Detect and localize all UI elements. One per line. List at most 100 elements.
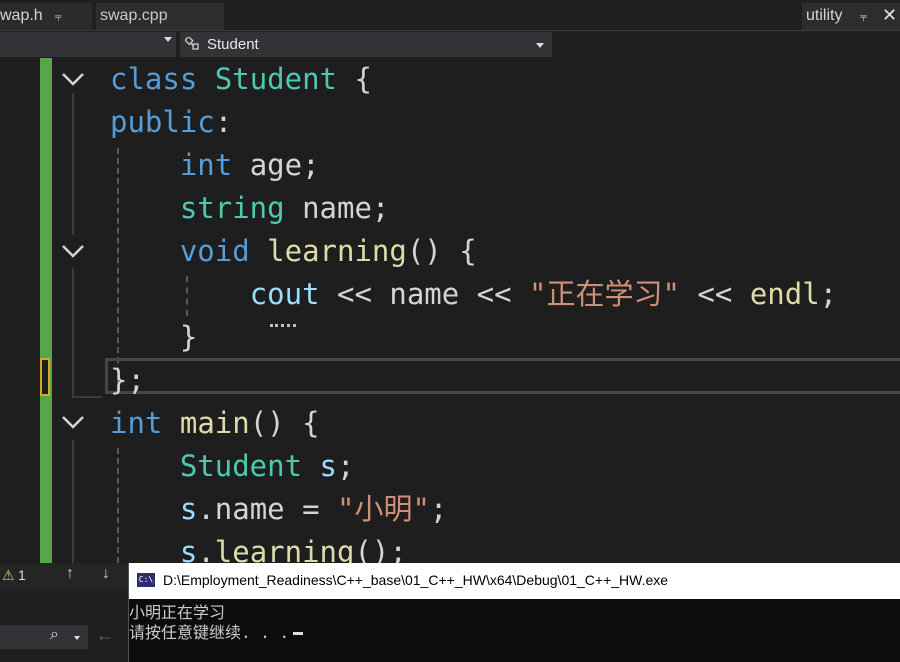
tab-label: wap.h — [0, 7, 43, 24]
change-tracking-bar — [40, 58, 52, 563]
code-token: s — [179, 492, 198, 526]
code-line[interactable]: void learning() { — [110, 230, 477, 273]
console-icon: C:\ — [137, 573, 155, 587]
code-token: << — [679, 277, 750, 311]
code-token: class — [110, 62, 198, 96]
code-token: (); — [354, 535, 407, 563]
member-dropdown[interactable]: Student — [180, 32, 552, 57]
code-token: "正在学习" — [529, 277, 680, 311]
code-token: .name = — [197, 492, 337, 526]
tab-swap-h[interactable]: wap.h ⫧ — [0, 3, 92, 30]
warning-icon[interactable]: ⚠ — [2, 567, 15, 584]
fold-guide — [72, 396, 102, 398]
code-token: name; — [284, 191, 390, 225]
console-window[interactable]: C:\ D:\Employment_Readiness\C++_base\01_… — [128, 563, 900, 662]
arrow-left-icon[interactable]: ← — [96, 625, 114, 646]
code-line[interactable]: cout << name << "正在学习" << endl; — [110, 273, 837, 316]
code-token: learning — [267, 234, 407, 268]
pin-icon[interactable]: ⫧ — [860, 4, 867, 29]
status-panel: ⚠ 1 ↑ ↓ ⌕ ← — [0, 563, 128, 662]
search-icon: ⌕ — [50, 626, 59, 643]
pin-icon[interactable]: ⫧ — [55, 4, 62, 29]
code-token: s — [179, 535, 198, 563]
arrow-up-icon[interactable]: ↑ — [66, 565, 74, 583]
tab-utility[interactable]: utility ⫧ ✕ — [802, 3, 900, 30]
search-box[interactable]: ⌕ — [0, 625, 88, 649]
code-token: Student — [214, 62, 337, 96]
tab-label: swap.cpp — [100, 7, 168, 24]
chevron-down-icon — [536, 43, 544, 48]
unsaved-change-marker — [40, 358, 50, 396]
code-token: { — [337, 62, 372, 96]
tab-label: utility — [806, 7, 843, 24]
current-line-highlight — [105, 358, 900, 394]
text-cursor — [293, 632, 304, 635]
code-token: << name << — [319, 277, 530, 311]
console-line: 请按任意键继续. . . — [129, 619, 304, 643]
console-title-bar[interactable]: C:\ D:\Employment_Readiness\C++_base\01_… — [129, 563, 900, 599]
fold-chevron-icon[interactable] — [60, 412, 86, 432]
code-line[interactable]: }; — [110, 359, 145, 402]
arrow-down-icon[interactable]: ↓ — [102, 565, 110, 583]
member-label: Student — [207, 36, 259, 53]
code-line[interactable]: Student s; — [110, 445, 355, 488]
code-token: . — [197, 535, 215, 563]
code-line[interactable]: s.name = "小明"; — [110, 488, 448, 531]
code-token: }; — [110, 363, 145, 397]
code-line[interactable]: } — [110, 316, 197, 359]
code-token: } — [110, 320, 198, 354]
console-output[interactable]: 小明正在学习 请按任意键继续. . . — [129, 599, 900, 662]
code-line[interactable]: public: — [110, 101, 232, 144]
fold-guide — [72, 93, 74, 235]
code-token: string — [179, 191, 285, 225]
class-icon — [185, 37, 199, 50]
code-editor[interactable]: class Student {public: int age; string n… — [0, 58, 900, 563]
fold-guide — [72, 268, 74, 398]
code-line[interactable]: class Student { — [110, 58, 372, 101]
code-token: age; — [232, 148, 320, 182]
fold-guide — [72, 440, 74, 563]
code-token: void — [179, 234, 250, 268]
code-line[interactable]: int main() { — [110, 402, 320, 445]
code-token: ; — [819, 277, 838, 311]
suggestion-dots — [270, 320, 296, 327]
document-tab-strip: wap.h ⫧ swap.cpp utility ⫧ ✕ — [0, 0, 900, 30]
tab-swap-cpp[interactable]: swap.cpp — [96, 3, 224, 30]
scope-dropdown[interactable] — [0, 32, 176, 57]
code-token: "小明" — [337, 492, 430, 526]
code-token: cout — [249, 277, 320, 311]
code-token: main — [179, 406, 250, 440]
fold-chevron-icon[interactable] — [60, 69, 86, 89]
console-line-text: 请按任意键继续. . . — [129, 623, 290, 642]
chevron-down-icon — [164, 37, 172, 42]
warning-count[interactable]: 1 — [18, 567, 26, 583]
code-token: : — [214, 105, 233, 139]
chevron-down-icon — [74, 636, 80, 640]
code-token: endl — [749, 277, 820, 311]
code-token: int — [179, 148, 233, 182]
code-line[interactable]: int age; — [110, 144, 320, 187]
code-line[interactable]: s.learning(); — [110, 531, 407, 563]
code-token: s — [319, 449, 337, 483]
console-title: D:\Employment_Readiness\C++_base\01_C++_… — [163, 572, 669, 588]
code-token: ; — [429, 492, 448, 526]
code-line[interactable]: string name; — [110, 187, 390, 230]
code-token: () { — [249, 406, 320, 440]
navigation-bar: Student — [0, 30, 900, 58]
code-token: () { — [406, 234, 477, 268]
fold-chevron-icon[interactable] — [60, 241, 86, 261]
code-token: learning — [214, 535, 355, 563]
close-icon[interactable]: ✕ — [882, 3, 897, 28]
code-token: int — [110, 406, 163, 440]
code-token: Student — [179, 449, 303, 483]
